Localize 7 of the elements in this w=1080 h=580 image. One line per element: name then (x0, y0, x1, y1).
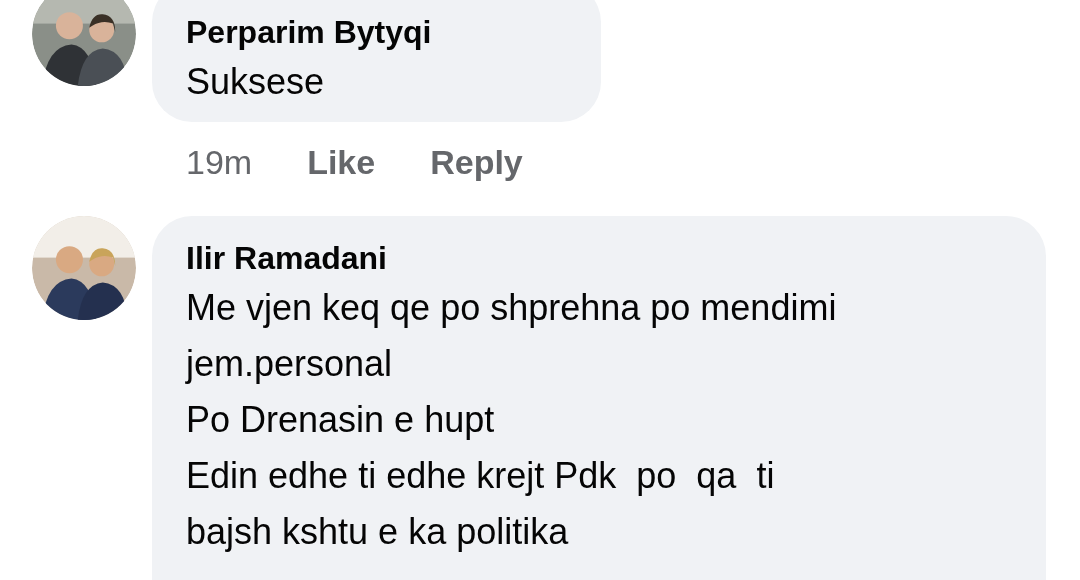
comment-text: Suksese (186, 60, 326, 104)
comment-text: Me vjen keq qe po shprehna po mendimi jem.personal Po Drenasin e hupt Edin edhe ti edhe krejt Pdk po qa ti bajsh kshtu e ka politika (186, 286, 838, 554)
comment-time: 19m (186, 142, 253, 182)
like-button[interactable]: Like (307, 142, 376, 182)
reply-button[interactable]: Reply (430, 142, 523, 182)
author-name[interactable]: Ilir Ramadani (186, 236, 1012, 280)
author-name[interactable]: Perparim Bytyqi (186, 10, 432, 54)
